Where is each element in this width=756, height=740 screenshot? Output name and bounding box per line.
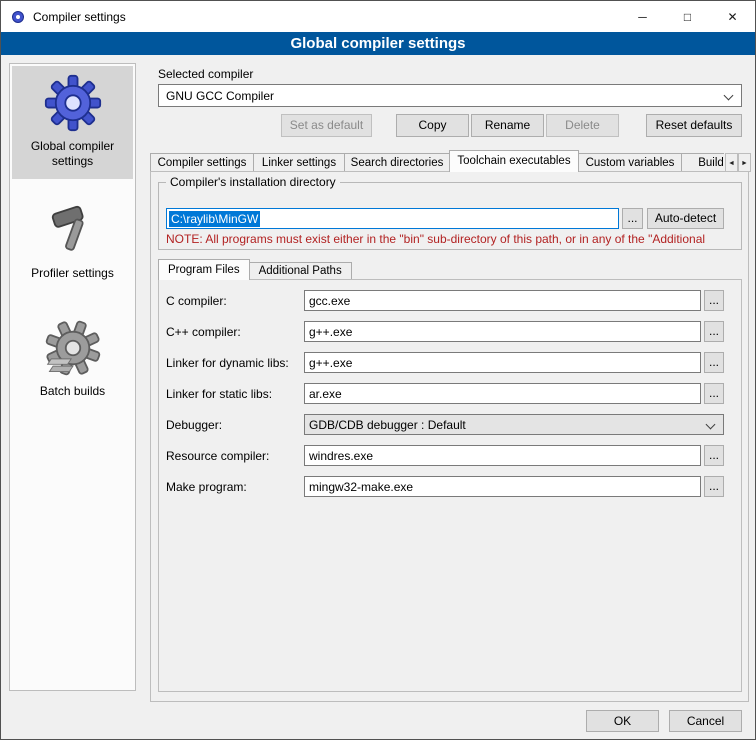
resource-compiler-label: Resource compiler: [166,449,269,463]
sidebar-item-label: Batch builds [40,384,105,399]
blue-gear-icon [44,74,102,132]
cancel-button[interactable]: Cancel [669,710,742,732]
c-compiler-browse-button[interactable]: ... [704,290,724,311]
ok-button[interactable]: OK [586,710,659,732]
app-icon [10,9,26,25]
static-linker-label: Linker for static libs: [166,387,272,401]
tab-search-directories[interactable]: Search directories [344,153,450,172]
tab-build-options[interactable]: Build [681,153,724,172]
maximize-icon: □ [684,10,691,24]
cpp-compiler-input[interactable]: g++.exe [304,321,701,342]
static-linker-input[interactable]: ar.exe [304,383,701,404]
maximize-button[interactable]: □ [665,1,710,32]
subtab-program-files[interactable]: Program Files [158,259,250,280]
titlebar[interactable]: Compiler settings ─ □ ✕ [1,1,755,32]
make-program-input[interactable]: mingw32-make.exe [304,476,701,497]
delete-button: Delete [546,114,619,137]
selected-compiler-value: GNU GCC Compiler [166,89,274,103]
debugger-label: Debugger: [166,418,222,432]
resource-compiler-value: windres.exe [309,449,373,463]
c-compiler-value: gcc.exe [309,294,350,308]
make-program-value: mingw32-make.exe [309,480,413,494]
selected-compiler-label: Selected compiler [158,67,253,81]
settings-category-list: Global compiler settings Profiler settin… [9,63,136,691]
tab-scroll-left-icon[interactable]: ◄ [725,153,738,172]
copy-button[interactable]: Copy [396,114,469,137]
cpp-compiler-value: g++.exe [309,325,352,339]
minimize-button[interactable]: ─ [620,1,665,32]
gray-gear-stack-icon [44,319,102,377]
resource-compiler-browse-button[interactable]: ... [704,445,724,466]
close-button[interactable]: ✕ [710,1,755,32]
hammer-icon [44,201,102,259]
installation-directory-group-label: Compiler's installation directory [166,175,340,189]
reset-defaults-button[interactable]: Reset defaults [646,114,742,137]
make-program-label: Make program: [166,480,247,494]
window-controls: ─ □ ✕ [620,1,755,32]
close-icon: ✕ [727,10,737,24]
subtab-additional-paths[interactable]: Additional Paths [249,262,352,280]
static-linker-browse-button[interactable]: ... [704,383,724,404]
tab-linker-settings[interactable]: Linker settings [253,153,345,172]
installation-directory-input[interactable]: C:\raylib\MinGW [166,208,619,229]
cpp-compiler-browse-button[interactable]: ... [704,321,724,342]
minimize-icon: ─ [638,10,647,24]
static-linker-value: ar.exe [309,387,342,401]
rename-button[interactable]: Rename [471,114,544,137]
dynamic-linker-browse-button[interactable]: ... [704,352,724,373]
dynamic-linker-value: g++.exe [309,356,352,370]
sidebar-item-profiler-settings[interactable]: Profiler settings [12,193,133,291]
chevron-down-icon [706,420,716,430]
tab-custom-variables[interactable]: Custom variables [578,153,682,172]
program-files-tabbar: Program Files Additional Paths [158,259,351,280]
window-title: Compiler settings [33,10,126,24]
sidebar-item-batch-builds[interactable]: Batch builds [12,311,133,409]
resource-compiler-input[interactable]: windres.exe [304,445,701,466]
debugger-dropdown[interactable]: GDB/CDB debugger : Default [304,414,724,435]
bin-subdirectory-note: NOTE: All programs must exist either in … [166,232,739,246]
tab-scroll-right-icon[interactable]: ► [738,153,751,172]
auto-detect-button[interactable]: Auto-detect [647,208,724,229]
c-compiler-label: C compiler: [166,294,227,308]
installation-directory-browse-button[interactable]: ... [622,208,643,229]
settings-tabbar: Compiler settings Linker settings Search… [150,150,724,172]
dialog-header: Global compiler settings [1,32,755,55]
dynamic-linker-label: Linker for dynamic libs: [166,356,289,370]
sidebar-item-label: Global compiler settings [14,139,131,169]
cpp-compiler-label: C++ compiler: [166,325,241,339]
debugger-value: GDB/CDB debugger : Default [309,418,466,432]
sidebar-item-label: Profiler settings [31,266,114,281]
dynamic-linker-input[interactable]: g++.exe [304,352,701,373]
set-as-default-button: Set as default [281,114,372,137]
sidebar-item-global-compiler-settings[interactable]: Global compiler settings [12,66,133,179]
tab-toolchain-executables[interactable]: Toolchain executables [449,150,579,172]
chevron-down-icon [724,91,734,101]
installation-directory-value: C:\raylib\MinGW [169,211,260,227]
tab-compiler-settings[interactable]: Compiler settings [150,153,254,172]
make-program-browse-button[interactable]: ... [704,476,724,497]
selected-compiler-dropdown[interactable]: GNU GCC Compiler [158,84,742,107]
compiler-settings-dialog: Compiler settings ─ □ ✕ Global compiler … [0,0,756,740]
c-compiler-input[interactable]: gcc.exe [304,290,701,311]
